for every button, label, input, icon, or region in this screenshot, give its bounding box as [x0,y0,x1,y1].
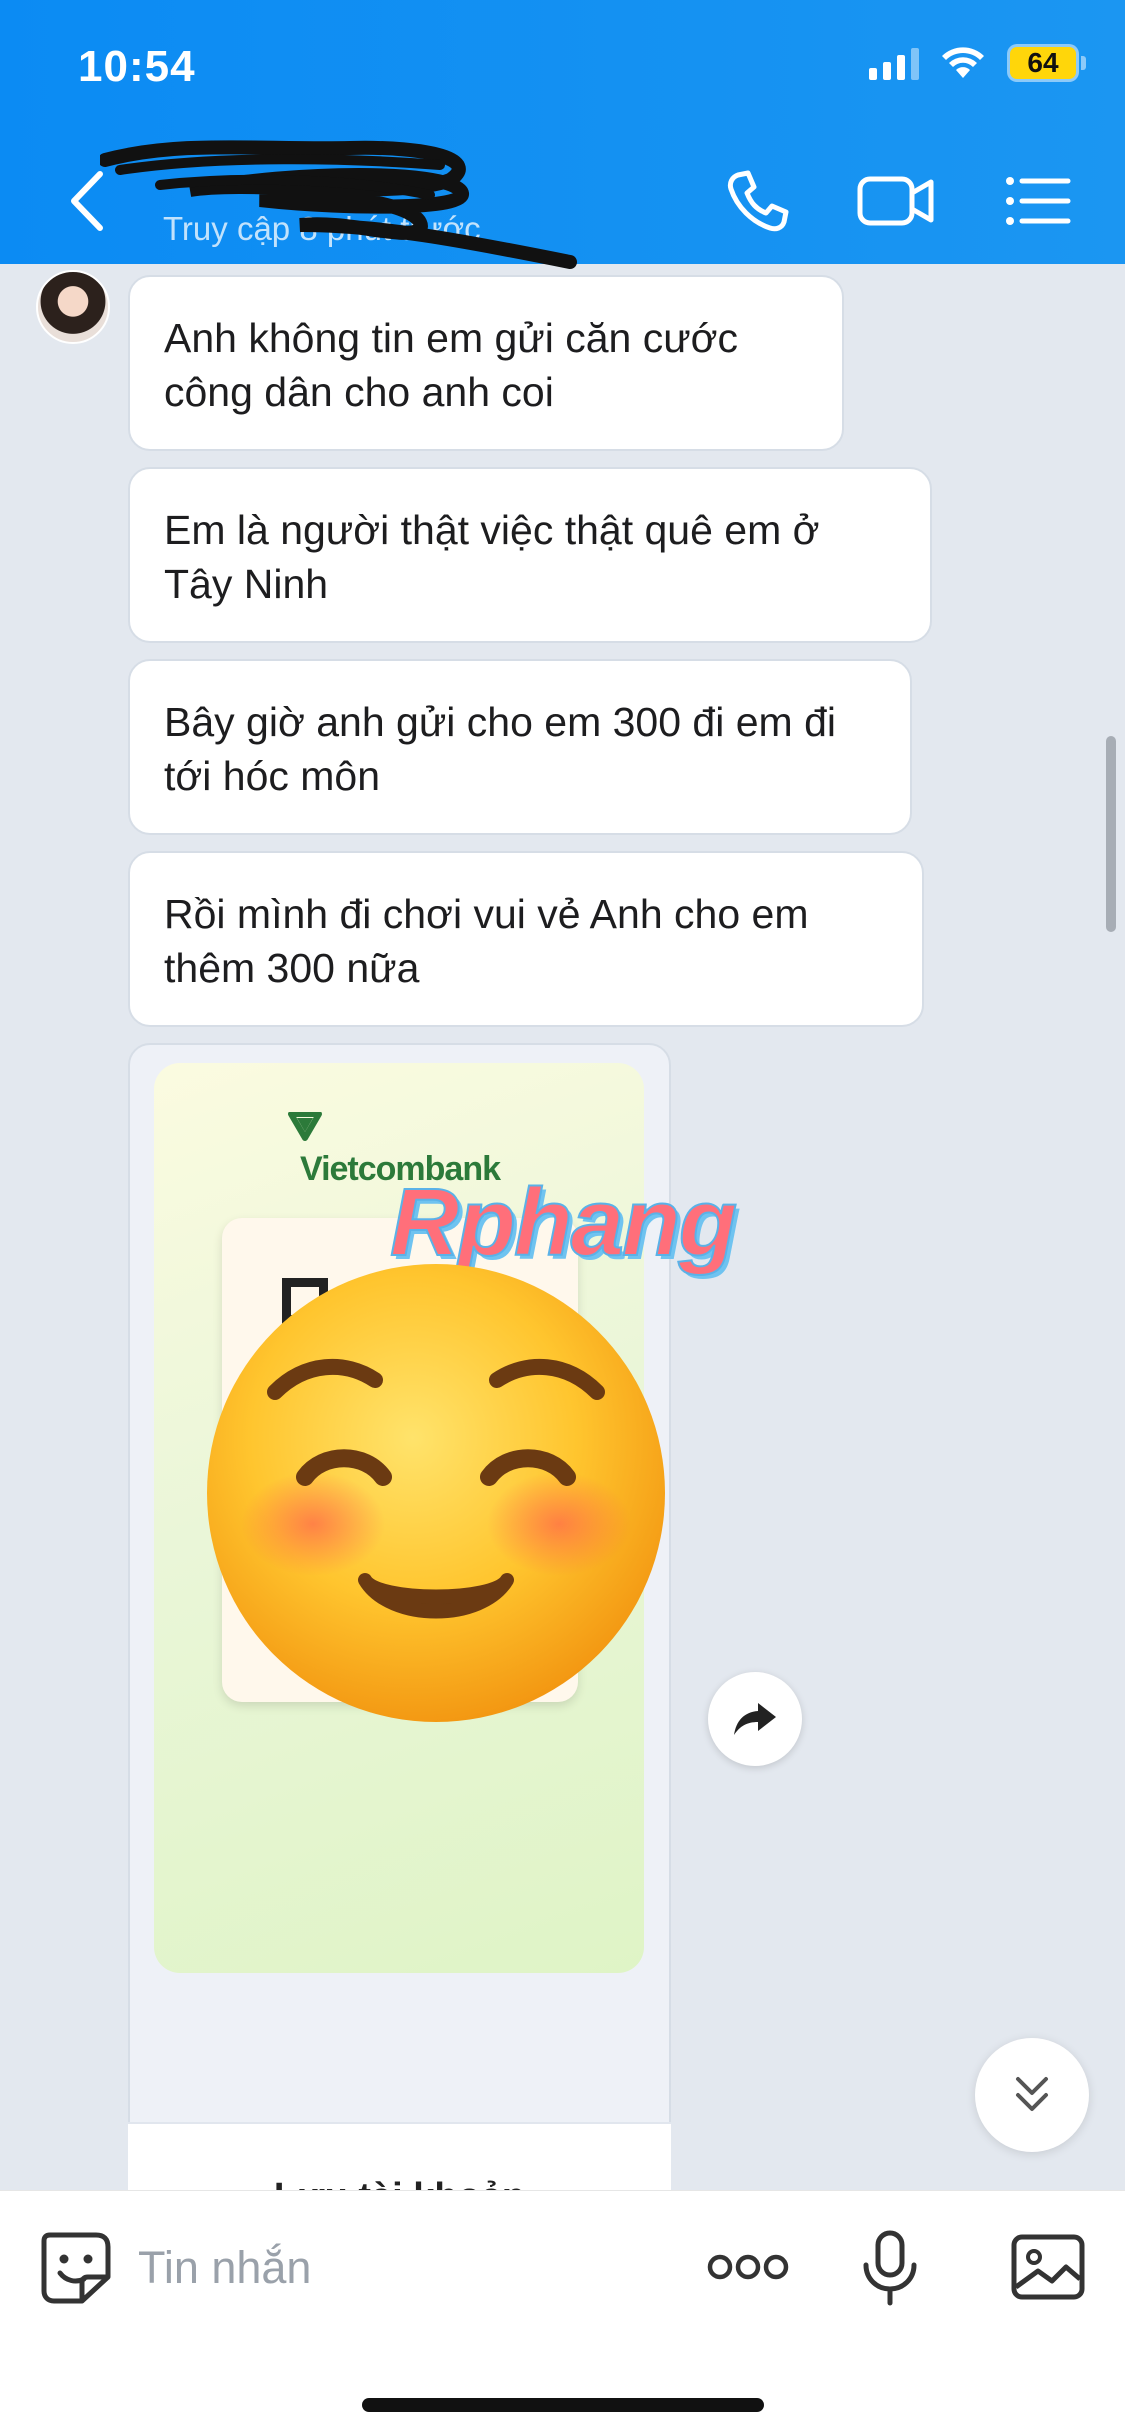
scroll-to-bottom-button[interactable] [975,2038,1089,2152]
message-bubble[interactable]: Rồi mình đi chơi vui vẻ Anh cho em thêm … [128,851,924,1027]
image-icon[interactable] [1010,2227,1086,2307]
save-account-button[interactable]: Lưu tài khoản [128,2122,671,2192]
forward-button[interactable] [708,1672,802,1766]
home-indicator [362,2398,764,2412]
redaction-scribble [100,140,577,269]
sticker-icon[interactable] [36,2227,116,2307]
wifi-icon [942,47,984,78]
avatar[interactable] [36,270,110,344]
smiling-face-emoji-icon [207,1264,665,1722]
more-icon[interactable] [706,2227,790,2307]
status-time: 10:54 [78,42,196,91]
double-chevron-down-icon [1016,2077,1048,2111]
status-icons: 64 [869,44,1086,82]
forward-arrow-icon [734,1703,776,1735]
battery-icon: 64 [1007,44,1086,82]
chat-header: 10:54 64 Truy cập 8 phút trước [0,0,1125,269]
message-bubble[interactable]: Anh không tin em gửi căn cước công dân c… [128,275,844,451]
message-input[interactable] [138,2233,658,2303]
message-bubble[interactable]: Em là người thật việc thật quê em ở Tây … [128,467,932,643]
battery-level: 64 [1010,47,1076,79]
message-bubble[interactable]: Bây giờ anh gửi cho em 300 đi em đi tới … [128,659,912,835]
video-call-icon[interactable] [856,165,936,237]
microphone-icon[interactable] [850,2227,930,2307]
scrollbar[interactable] [1106,736,1116,932]
phone-icon[interactable] [722,165,794,237]
list-menu-icon[interactable] [1002,165,1074,237]
cellular-signal-icon [869,46,919,80]
